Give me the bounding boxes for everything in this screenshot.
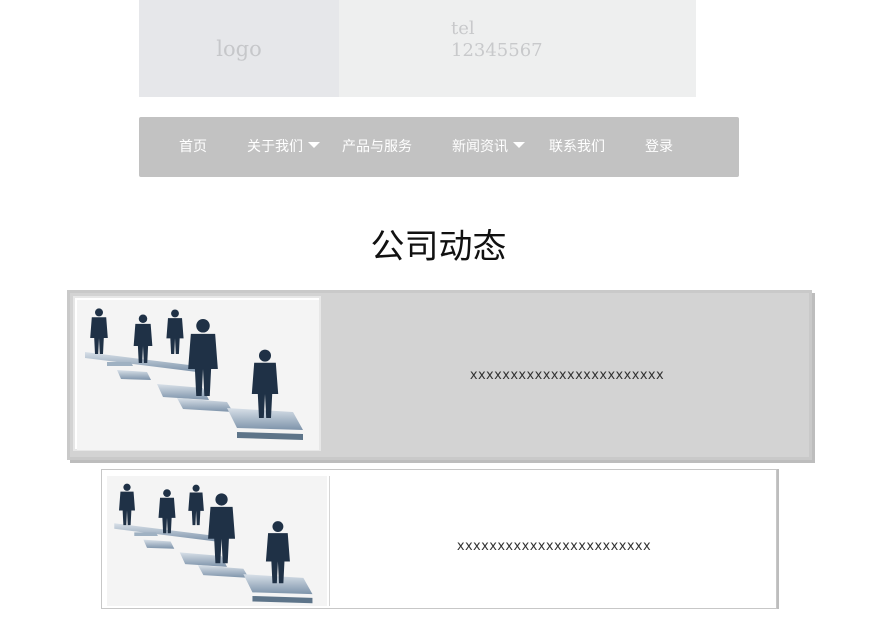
- business-people-image: [77, 300, 319, 450]
- nav-item-news[interactable]: 新闻资讯: [452, 117, 525, 177]
- news-image[interactable]: [107, 476, 330, 606]
- news-text[interactable]: xxxxxxxxxxxxxxxxxxxxxxxx: [334, 470, 774, 622]
- nav-item-contact[interactable]: 联系我们: [549, 117, 605, 177]
- news-card[interactable]: xxxxxxxxxxxxxxxxxxxxxxxx: [101, 469, 777, 609]
- contact-tel-box: tel 12345567: [339, 0, 696, 97]
- tel-label: tel: [451, 18, 475, 39]
- caret-down-icon: [308, 142, 320, 148]
- logo-text: logo: [216, 36, 262, 61]
- nav-item-label: 新闻资讯: [452, 139, 508, 155]
- news-card[interactable]: xxxxxxxxxxxxxxxxxxxxxxxx: [67, 290, 812, 460]
- nav-item-about[interactable]: 关于我们: [247, 117, 320, 177]
- logo[interactable]: logo: [139, 0, 339, 97]
- caret-down-icon: [513, 142, 525, 148]
- tel-text: tel 12345567: [451, 18, 543, 62]
- news-text[interactable]: xxxxxxxxxxxxxxxxxxxxxxxx: [322, 293, 812, 457]
- nav-item-login[interactable]: 登录: [645, 117, 673, 177]
- nav-item-home[interactable]: 首页: [179, 117, 207, 177]
- nav-item-products[interactable]: 产品与服务: [342, 117, 412, 177]
- site-header: logo tel 12345567: [139, 0, 696, 97]
- business-people-image: [107, 476, 327, 606]
- news-image[interactable]: [73, 296, 321, 451]
- nav-item-label: 联系我们: [549, 139, 605, 155]
- nav-item-label: 首页: [179, 139, 207, 155]
- main-nav: 首页 关于我们 产品与服务 新闻资讯 联系我们 登录: [139, 117, 739, 177]
- section-title: 公司动态: [370, 227, 507, 267]
- tel-number: 12345567: [451, 40, 543, 61]
- nav-item-label: 关于我们: [247, 139, 303, 155]
- nav-item-label: 登录: [645, 139, 673, 155]
- nav-item-label: 产品与服务: [342, 139, 412, 155]
